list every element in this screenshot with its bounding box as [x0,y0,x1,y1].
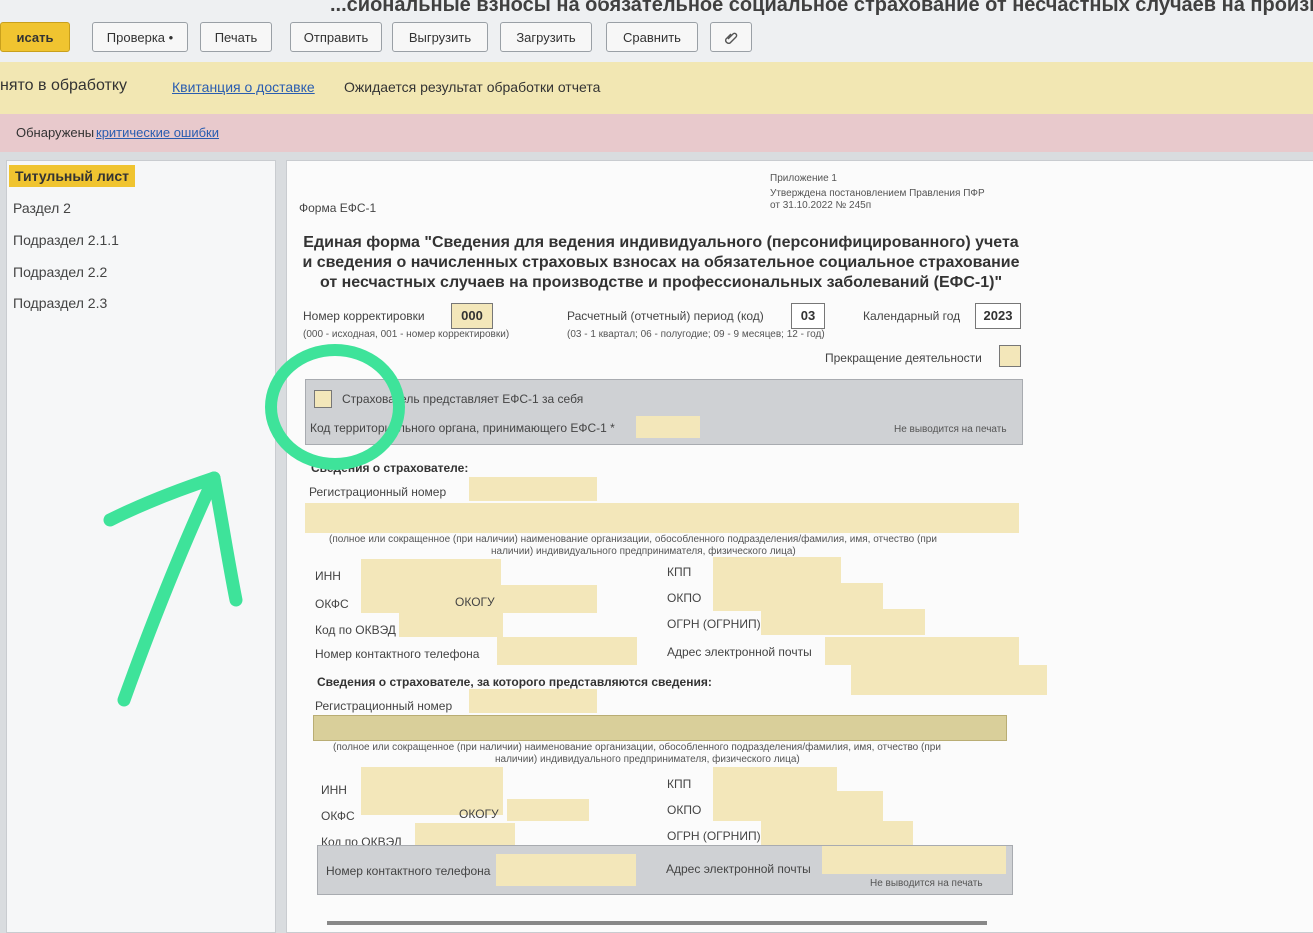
annotation-overlay [103,344,405,707]
annotation-circle [265,344,405,470]
